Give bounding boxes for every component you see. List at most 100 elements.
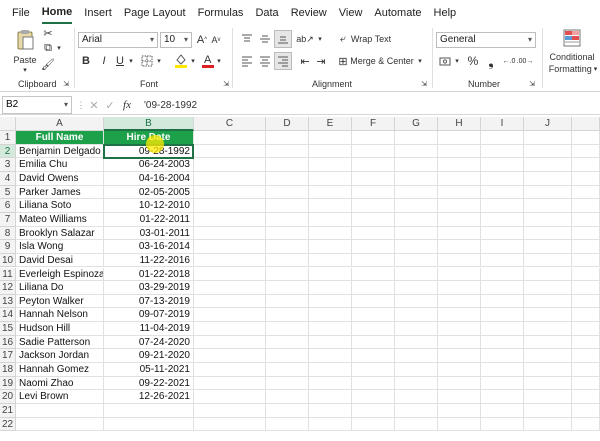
empty-cell[interactable] — [395, 376, 438, 391]
decrease-indent-icon[interactable]: ⇤ — [298, 54, 312, 68]
empty-cell[interactable] — [438, 376, 481, 391]
empty-cell[interactable] — [352, 281, 395, 295]
empty-cell[interactable] — [194, 322, 266, 336]
empty-cell[interactable] — [481, 212, 524, 227]
empty-cell[interactable] — [395, 349, 438, 364]
empty-cell[interactable] — [524, 404, 572, 418]
empty-cell[interactable] — [481, 281, 524, 295]
date-cell[interactable]: 10-12-2010 — [104, 199, 194, 213]
empty-cell[interactable] — [309, 253, 352, 268]
empty-cell[interactable] — [194, 404, 266, 418]
empty-cell[interactable] — [572, 158, 600, 172]
empty-cell[interactable] — [481, 294, 524, 309]
decrease-font-icon[interactable]: Av — [210, 32, 222, 48]
column-header-j[interactable]: J — [524, 117, 572, 131]
empty-cell[interactable] — [438, 417, 481, 432]
empty-cell[interactable] — [395, 294, 438, 309]
date-cell[interactable]: 03-16-2014 — [104, 240, 194, 254]
empty-cell[interactable] — [352, 171, 395, 186]
increase-decimal-icon[interactable]: ←.0 — [502, 54, 516, 68]
empty-cell[interactable] — [438, 335, 481, 350]
empty-cell[interactable] — [524, 281, 572, 295]
decrease-decimal-icon[interactable]: .00→ — [517, 54, 534, 68]
empty-cell[interactable] — [481, 131, 524, 145]
column-header-i[interactable]: I — [481, 117, 524, 131]
row-header[interactable]: 6 — [0, 199, 16, 213]
underline-button[interactable]: U — [114, 54, 126, 68]
empty-cell[interactable] — [352, 131, 395, 145]
empty-cell[interactable] — [104, 417, 194, 432]
empty-cell[interactable] — [266, 144, 309, 159]
comma-style-icon[interactable]: ❟ — [484, 53, 498, 69]
empty-cell[interactable] — [309, 144, 352, 159]
menu-data[interactable]: Data — [255, 0, 278, 24]
date-cell[interactable]: 06-24-2003 — [104, 158, 194, 172]
column-header-b[interactable]: B — [104, 117, 194, 131]
empty-cell[interactable] — [572, 322, 600, 336]
row-header[interactable]: 16 — [0, 335, 16, 350]
empty-cell[interactable] — [438, 390, 481, 404]
empty-cell[interactable] — [481, 390, 524, 404]
empty-cell[interactable] — [395, 226, 438, 241]
empty-cell[interactable] — [266, 417, 309, 432]
empty-cell[interactable] — [352, 363, 395, 377]
conditional-formatting-label-1[interactable]: Conditional — [546, 51, 598, 63]
column-header-h[interactable]: H — [438, 117, 481, 131]
empty-cell[interactable] — [524, 267, 572, 282]
empty-cell[interactable] — [395, 390, 438, 404]
empty-cell[interactable] — [309, 404, 352, 418]
empty-cell[interactable] — [266, 131, 309, 145]
empty-cell[interactable] — [194, 226, 266, 241]
column-header-c[interactable]: C — [194, 117, 266, 131]
menu-help[interactable]: Help — [434, 0, 457, 24]
empty-cell[interactable] — [524, 363, 572, 377]
empty-cell[interactable] — [572, 390, 600, 404]
column-header-e[interactable]: E — [309, 117, 352, 131]
font-launcher-icon[interactable]: ⇲ — [222, 79, 230, 89]
empty-cell[interactable] — [266, 294, 309, 309]
empty-cell[interactable] — [524, 417, 572, 432]
empty-cell[interactable] — [481, 253, 524, 268]
empty-cell[interactable] — [481, 267, 524, 282]
merge-dropdown-icon[interactable]: ▾ — [416, 54, 424, 68]
empty-cell[interactable] — [572, 199, 600, 213]
empty-cell[interactable] — [572, 144, 600, 159]
empty-cell[interactable] — [352, 240, 395, 254]
date-cell[interactable]: 07-13-2019 — [104, 294, 194, 309]
number-launcher-icon[interactable]: ⇲ — [528, 79, 536, 89]
empty-cell[interactable] — [352, 253, 395, 268]
empty-cell[interactable] — [524, 158, 572, 172]
percent-icon[interactable]: % — [466, 54, 480, 68]
empty-cell[interactable] — [572, 185, 600, 200]
empty-cell[interactable] — [194, 390, 266, 404]
empty-cell[interactable] — [524, 240, 572, 254]
empty-cell[interactable] — [194, 253, 266, 268]
enter-icon[interactable]: ✓ — [104, 98, 116, 112]
empty-cell[interactable] — [194, 335, 266, 350]
empty-cell[interactable] — [266, 253, 309, 268]
empty-cell[interactable] — [572, 281, 600, 295]
menu-automate[interactable]: Automate — [374, 0, 421, 24]
empty-cell[interactable] — [395, 185, 438, 200]
empty-cell[interactable] — [572, 376, 600, 391]
row-header[interactable]: 21 — [0, 404, 16, 418]
empty-cell[interactable] — [481, 376, 524, 391]
empty-cell[interactable] — [352, 335, 395, 350]
empty-cell[interactable] — [309, 322, 352, 336]
empty-cell[interactable] — [438, 281, 481, 295]
empty-cell[interactable] — [266, 390, 309, 404]
date-cell[interactable]: 09-21-2020 — [104, 349, 194, 364]
empty-cell[interactable] — [309, 417, 352, 432]
empty-cell[interactable] — [395, 417, 438, 432]
empty-cell[interactable] — [309, 335, 352, 350]
row-header[interactable]: 9 — [0, 240, 16, 254]
empty-cell[interactable] — [352, 322, 395, 336]
orientation-dropdown-icon[interactable]: ▾ — [316, 32, 324, 46]
empty-cell[interactable] — [524, 349, 572, 364]
empty-cell[interactable] — [395, 131, 438, 145]
header-cell-hire-date[interactable]: Hire Date — [104, 131, 194, 145]
name-cell[interactable]: Peyton Walker — [16, 294, 104, 309]
empty-cell[interactable] — [438, 199, 481, 213]
formula-input[interactable]: '09-28-1992 — [144, 98, 244, 112]
empty-cell[interactable] — [481, 322, 524, 336]
